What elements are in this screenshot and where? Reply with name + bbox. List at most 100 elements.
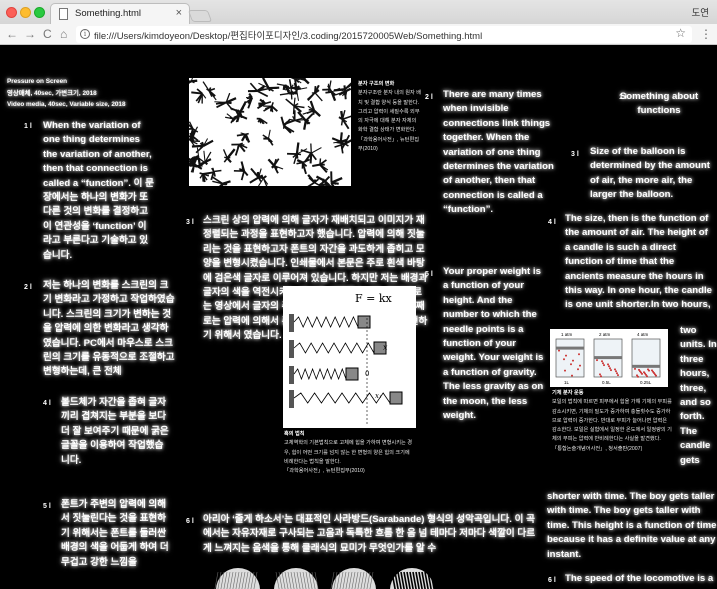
cylinder-pressure-label: 2 atm [599, 332, 611, 337]
caption-body: 보일의 법칙에 따르면 피부에서 힘을 가해 기체의 부피를 감소시키면, 기체… [552, 399, 672, 443]
bookmark-star-icon[interactable]: ☆ [675, 26, 686, 40]
gas-cylinder-diagram: 1 atm 1L 2 atm 0.5L 4 atm 0.25L [550, 329, 668, 387]
cylinder-pressure-label: 1 atm [561, 332, 573, 337]
paragraph-candle: The size, then is the function of the am… [565, 213, 712, 311]
work-info: Pressure on Screen 영상매체, 40sec, 가변크기, 20… [7, 76, 177, 111]
window-close-button[interactable] [6, 7, 17, 18]
molecular-pattern-graphic [189, 78, 351, 186]
window-minimize-button[interactable] [20, 7, 31, 18]
paragraph-candle-continued: two units. In three hours, three, and so… [680, 325, 717, 466]
work-title: Pressure on Screen [7, 78, 68, 85]
reload-icon[interactable]: C [43, 27, 52, 41]
address-bar[interactable]: i file:///Users/kimdoyeon/Desktop/편집타이포디… [76, 26, 692, 43]
texture-circles-image [210, 564, 440, 589]
pattern-swirl [300, 143, 322, 164]
texture-circles-graphic [214, 568, 435, 589]
pattern-swirl [236, 132, 251, 143]
tab-title: Something.html [75, 8, 142, 19]
forward-arrow-icon[interactable]: → [24, 27, 36, 41]
pattern-swirl [212, 176, 231, 186]
pattern-swirl [296, 78, 310, 85]
paragraph-locomotive: The speed of the locomotive is a [565, 573, 714, 584]
pattern-swirl [189, 78, 198, 84]
section-number: 3 l [186, 219, 194, 226]
work-info-korean: 영상매체, 40sec, 가변크기, 2018 [7, 89, 97, 97]
pattern-swirl [322, 80, 332, 93]
page-content: Pressure on Screen 영상매체, 40sec, 가변크기, 20… [0, 46, 717, 589]
paragraph-weight: Your proper weight is a function of your… [443, 266, 544, 422]
section-number: 4 l [43, 400, 51, 407]
pattern-swirl [254, 172, 269, 186]
heading-something-about-functions: Something about functions [619, 91, 699, 117]
paragraph-bold-font: 볼드체가 자간을 좁혀 글자끼리 겹쳐지는 부분을 보다 더 잘 보여주기 때문… [61, 397, 169, 466]
section-number: 4 l [548, 219, 556, 226]
cylinder [555, 338, 585, 378]
caption-title: 분자 구조의 변화 [358, 81, 395, 87]
pattern-swirl [280, 116, 295, 134]
pattern-swirl [296, 158, 311, 175]
spring-diagram-graphic: F = kx x 0 x₁ [289, 292, 403, 424]
file-icon [59, 8, 68, 20]
cylinder-volume-label: 1L [564, 380, 570, 385]
pattern-swirl [191, 88, 207, 104]
caption-hooke: 훅의 법칙 고체역학의 기본법칙으로 고체에 힘을 가하여 변형시키는 경우, … [284, 430, 412, 476]
new-tab-button[interactable] [187, 10, 213, 22]
pattern-swirl [267, 158, 284, 174]
caption-molecular: 분자 구조의 변화 분자구조란 분자 내의 원자 배치 및 결합 양식 등을 말… [358, 80, 422, 154]
caption-source: 「과학용어사전」, 뉴턴편집부(2010) [284, 468, 365, 475]
pattern-swirl [330, 171, 343, 186]
springs [289, 314, 403, 408]
browser-tab[interactable]: Something.html × [50, 3, 190, 24]
caption-source: 「과학용어사전」, 뉴턴편집부(2010) [358, 136, 419, 153]
cylinder-volume-label: 0.25L [640, 380, 652, 385]
section-number: 5 l [43, 503, 51, 510]
paragraph-balloon: Size of the balloon is determined by the… [590, 146, 710, 201]
label-x: x [383, 343, 388, 352]
hooke-law-diagram: F = kx x 0 x₁ [283, 286, 416, 428]
caption-source: 「통합논술개념어사전」, 청서출판(2007) [552, 445, 643, 452]
profile-name[interactable]: 도연 [692, 5, 709, 19]
pattern-swirl [222, 148, 236, 163]
pattern-swirl [325, 85, 341, 102]
cylinder-volume-label: 0.5L [602, 380, 611, 385]
work-info-english: Video media, 40sec, Variable size, 2018 [7, 101, 126, 108]
back-arrow-icon[interactable]: ← [6, 27, 18, 41]
caption-body: 분자구조란 분자 내의 원자 배치 및 결합 양식 등을 말한다. 그리고 압력… [358, 90, 422, 134]
caption-title: 기체 분자 운동 [552, 390, 584, 396]
caption-body: 고체역학의 기본법칙으로 고체에 힘을 가하여 변형시키는 경우, 힘이 어떤 … [284, 440, 412, 465]
pattern-swirl [262, 129, 274, 146]
paragraph-function-definition: When the variation of one thing determin… [43, 120, 154, 261]
section-number: 2 l [24, 284, 32, 291]
section-number: 5 l [425, 271, 433, 278]
label-zero: 0 [365, 370, 369, 378]
section-number: 1 l [24, 123, 32, 130]
molecular-pattern-image [189, 78, 351, 186]
tab-bar: Something.html × 도연 [0, 0, 717, 24]
pattern-swirl [256, 117, 268, 125]
browser-menu-icon[interactable]: ⋮ [700, 27, 712, 41]
pattern-swirl [312, 158, 329, 173]
section-number: 2 l [425, 94, 433, 101]
url-text[interactable]: file:///Users/kimdoyeon/Desktop/편집타이포디자인… [94, 28, 482, 42]
pattern-swirl [338, 110, 351, 130]
pattern-swirl [243, 93, 253, 109]
paragraph-aria: 아리아 ‘줄게 하소서’는 대표적인 사라방드(Sarabande) 형식의 성… [203, 514, 536, 554]
section-number: 6 l [548, 577, 556, 584]
cylinder-pressure-label: 4 atm [637, 332, 649, 337]
section-number: 6 l [186, 518, 194, 525]
info-icon[interactable]: i [80, 29, 90, 39]
paragraph-boy-growth: shorter with time. The boy gets taller w… [547, 491, 717, 560]
cylinder [631, 338, 661, 378]
section-number: 3 l [571, 151, 579, 158]
caption-title: 훅의 법칙 [284, 431, 305, 437]
label-x1: x₁ [375, 392, 382, 400]
paragraph-screen-size: 저는 하나의 변화를 스크린의 크기 변화라고 가정하고 작업하였습니다. 스크… [43, 280, 175, 378]
paragraph-background: 폰트가 주변의 압력에 의해서 짓눌린다는 것을 표현하기 위해서는 폰트를 둘… [61, 499, 169, 568]
pattern-swirl [214, 92, 237, 111]
pattern-swirl [247, 82, 269, 98]
window-maximize-button[interactable] [34, 7, 45, 18]
tab-close-icon[interactable]: × [176, 7, 182, 19]
pattern-swirl [306, 84, 323, 102]
home-icon[interactable]: ⌂ [60, 27, 67, 41]
paragraph-invisible-connections: There are many times when invisible conn… [443, 89, 554, 216]
